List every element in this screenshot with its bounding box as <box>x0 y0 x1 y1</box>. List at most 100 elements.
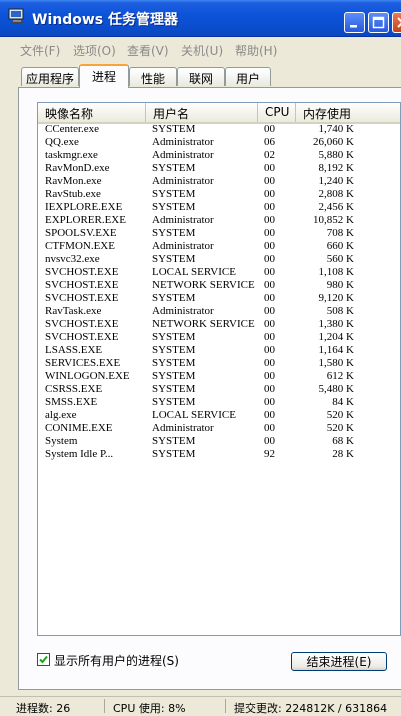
process-memory: 26,060 K <box>313 136 354 148</box>
process-cpu: 00 <box>264 435 275 447</box>
process-memory: 520 K <box>326 422 354 434</box>
process-row[interactable]: RavMon.exe Administrator 00 1,240 K <box>38 175 400 188</box>
process-cpu: 06 <box>264 136 275 148</box>
process-cpu: 00 <box>264 305 275 317</box>
status-cpu-usage: CPU 使用: 8% <box>113 702 186 715</box>
process-row[interactable]: taskmgr.exe Administrator 02 5,880 K <box>38 149 400 162</box>
column-header-user[interactable]: 用户名 <box>146 103 258 122</box>
list-header: 映像名称 用户名 CPU 内存使用 <box>38 103 400 124</box>
process-cpu: 00 <box>264 409 275 421</box>
process-cpu: 00 <box>264 201 275 213</box>
process-row[interactable]: WINLOGON.EXE SYSTEM 00 612 K <box>38 370 400 383</box>
process-user: Administrator <box>152 240 214 252</box>
process-memory: 8,192 K <box>318 162 354 174</box>
process-name: SVCHOST.EXE <box>45 279 119 291</box>
process-name: WINLOGON.EXE <box>45 370 130 382</box>
process-row[interactable]: LSASS.EXE SYSTEM 00 1,164 K <box>38 344 400 357</box>
process-row[interactable]: System SYSTEM 00 68 K <box>38 435 400 448</box>
process-row[interactable]: CONIME.EXE Administrator 00 520 K <box>38 422 400 435</box>
process-cpu: 00 <box>264 253 275 265</box>
process-name: SVCHOST.EXE <box>45 292 119 304</box>
process-row[interactable]: SVCHOST.EXE NETWORK SERVICE 00 1,380 K <box>38 318 400 331</box>
process-memory: 5,480 K <box>318 383 354 395</box>
process-cpu: 00 <box>264 357 275 369</box>
tab-applications[interactable]: 应用程序 <box>21 67 79 86</box>
process-user: NETWORK SERVICE <box>152 318 255 330</box>
column-header-memory[interactable]: 内存使用 <box>296 103 400 122</box>
process-name: CSRSS.EXE <box>45 383 103 395</box>
process-user: Administrator <box>152 175 214 187</box>
column-header-name[interactable]: 映像名称 <box>38 103 146 122</box>
process-memory: 2,808 K <box>318 188 354 200</box>
show-all-checkbox[interactable] <box>37 653 50 666</box>
process-row[interactable]: CSRSS.EXE SYSTEM 00 5,480 K <box>38 383 400 396</box>
process-row[interactable]: SVCHOST.EXE LOCAL SERVICE 00 1,108 K <box>38 266 400 279</box>
process-cpu: 00 <box>264 331 275 343</box>
process-user: LOCAL SERVICE <box>152 409 236 421</box>
process-memory: 9,120 K <box>318 292 354 304</box>
tab-performance[interactable]: 性能 <box>129 67 177 86</box>
process-cpu: 00 <box>264 266 275 278</box>
process-row[interactable]: RavMonD.exe SYSTEM 00 8,192 K <box>38 162 400 175</box>
menu-view[interactable]: 查看(V) <box>127 42 169 59</box>
process-row[interactable]: RavStub.exe SYSTEM 00 2,808 K <box>38 188 400 201</box>
menu-options[interactable]: 选项(O) <box>73 42 116 59</box>
title-bar[interactable]: Windows 任务管理器 <box>0 0 401 37</box>
process-cpu: 00 <box>264 279 275 291</box>
process-name: SERVICES.EXE <box>45 357 121 369</box>
menu-bar: 文件(F) 选项(O) 查看(V) 关机(U) 帮助(H) <box>0 38 401 60</box>
process-row[interactable]: alg.exe LOCAL SERVICE 00 520 K <box>38 409 400 422</box>
process-cpu: 00 <box>264 214 275 226</box>
process-row[interactable]: SMSS.EXE SYSTEM 00 84 K <box>38 396 400 409</box>
process-row[interactable]: SVCHOST.EXE SYSTEM 00 9,120 K <box>38 292 400 305</box>
process-name: CCenter.exe <box>45 123 100 135</box>
process-row[interactable]: SPOOLSV.EXE SYSTEM 00 708 K <box>38 227 400 240</box>
process-memory: 5,880 K <box>318 149 354 161</box>
process-row[interactable]: QQ.exe Administrator 06 26,060 K <box>38 136 400 149</box>
computer-icon <box>8 8 26 24</box>
minimize-button[interactable] <box>344 12 365 33</box>
tab-networking[interactable]: 联网 <box>177 67 225 86</box>
end-process-button[interactable]: 结束进程(E) <box>291 652 387 671</box>
process-memory: 612 K <box>326 370 354 382</box>
process-row[interactable]: CTFMON.EXE Administrator 00 660 K <box>38 240 400 253</box>
process-user: SYSTEM <box>152 201 196 213</box>
process-user: SYSTEM <box>152 227 196 239</box>
process-row[interactable]: System Idle P... SYSTEM 92 28 K <box>38 448 400 461</box>
process-list[interactable]: 映像名称 用户名 CPU 内存使用 CCenter.exe SYSTEM 00 1,7… <box>37 102 401 636</box>
close-button[interactable] <box>392 12 401 33</box>
tab-processes[interactable]: 进程 <box>79 64 129 88</box>
process-cpu: 00 <box>264 240 275 252</box>
process-user: Administrator <box>152 422 214 434</box>
process-memory: 1,740 K <box>318 123 354 135</box>
process-user: SYSTEM <box>152 292 196 304</box>
process-user: Administrator <box>152 214 214 226</box>
window-title: Windows 任务管理器 <box>32 12 178 28</box>
process-row[interactable]: SVCHOST.EXE NETWORK SERVICE 00 980 K <box>38 279 400 292</box>
process-name: SMSS.EXE <box>45 396 98 408</box>
process-rows: CCenter.exe SYSTEM 00 1,740 K QQ.exe Administ… <box>38 123 400 461</box>
process-row[interactable]: SERVICES.EXE SYSTEM 00 1,580 K <box>38 357 400 370</box>
menu-help[interactable]: 帮助(H) <box>235 42 277 59</box>
tab-users[interactable]: 用户 <box>225 67 271 86</box>
process-name: SVCHOST.EXE <box>45 331 119 343</box>
process-memory: 520 K <box>326 409 354 421</box>
process-row[interactable]: CCenter.exe SYSTEM 00 1,740 K <box>38 123 400 136</box>
column-header-cpu[interactable]: CPU <box>258 103 296 122</box>
task-manager-window: Windows 任务管理器 文件(F) 选项(O) 查看(V) 关机(U) 帮助… <box>0 0 401 716</box>
process-memory: 1,164 K <box>318 344 354 356</box>
process-memory: 10,852 K <box>313 214 354 226</box>
status-divider <box>104 699 105 713</box>
menu-file[interactable]: 文件(F) <box>20 42 60 59</box>
process-row[interactable]: IEXPLORE.EXE SYSTEM 00 2,456 K <box>38 201 400 214</box>
process-user: LOCAL SERVICE <box>152 266 236 278</box>
process-user: Administrator <box>152 136 214 148</box>
menu-shutdown[interactable]: 关机(U) <box>181 42 223 59</box>
process-row[interactable]: RavTask.exe Administrator 00 508 K <box>38 305 400 318</box>
process-name: RavMonD.exe <box>45 162 110 174</box>
process-row[interactable]: nvsvc32.exe SYSTEM 00 560 K <box>38 253 400 266</box>
process-cpu: 00 <box>264 370 275 382</box>
maximize-button[interactable] <box>368 12 389 33</box>
process-row[interactable]: SVCHOST.EXE SYSTEM 00 1,204 K <box>38 331 400 344</box>
process-row[interactable]: EXPLORER.EXE Administrator 00 10,852 K <box>38 214 400 227</box>
